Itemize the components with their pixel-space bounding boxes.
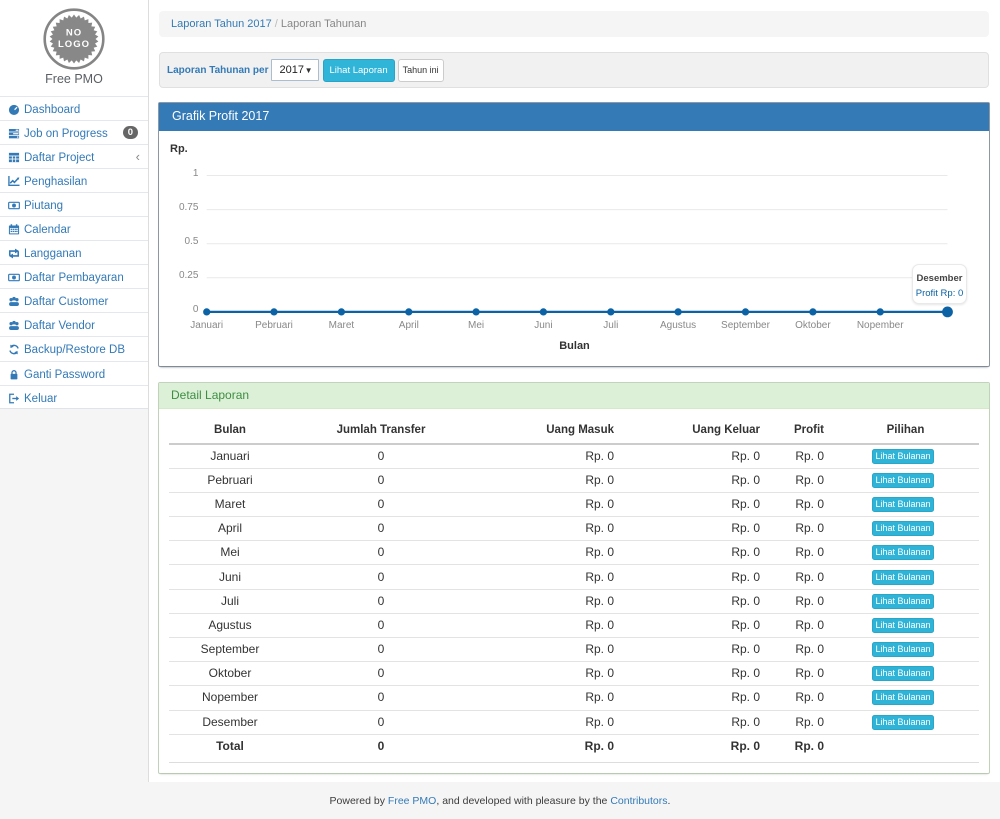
svg-text:LOGO: LOGO — [58, 39, 90, 50]
svg-text:NO: NO — [66, 28, 82, 39]
